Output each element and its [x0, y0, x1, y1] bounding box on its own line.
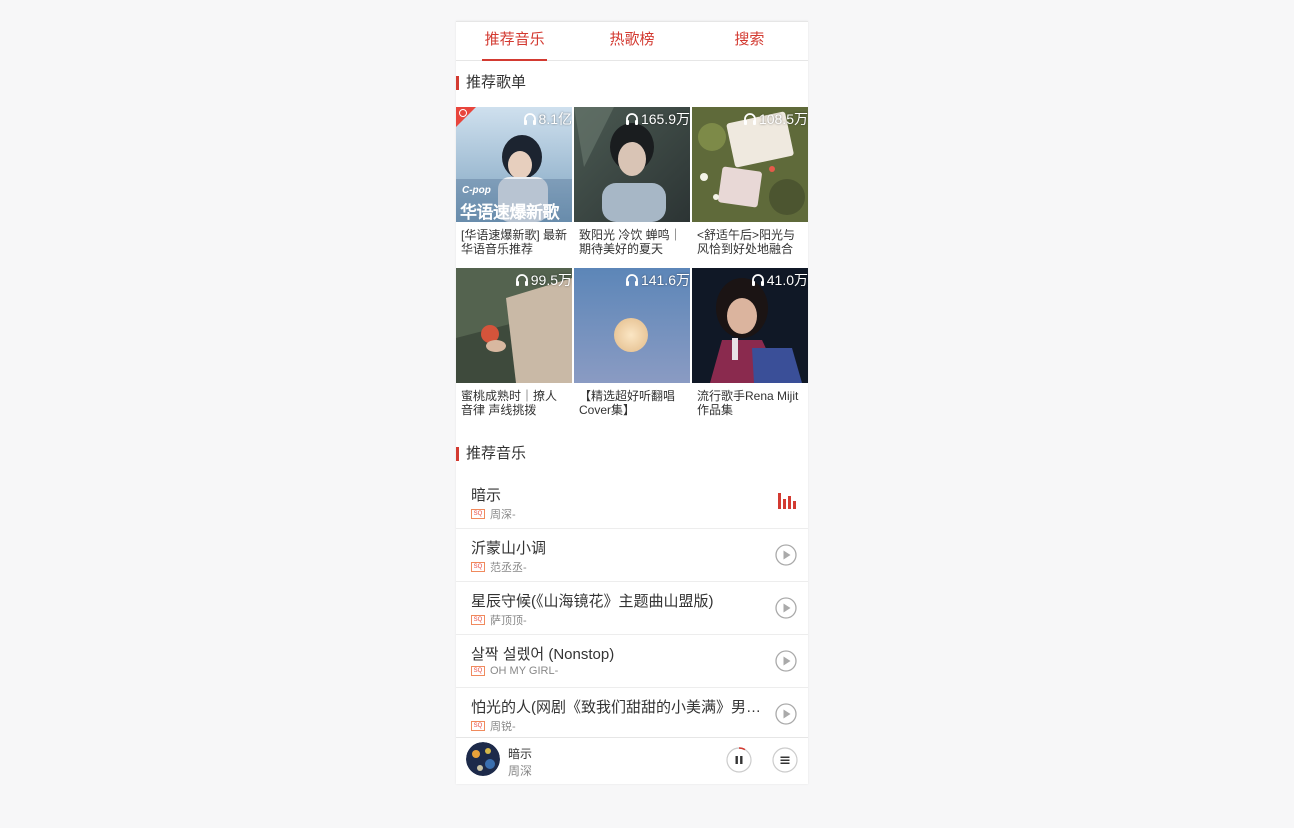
album-art-image [466, 742, 500, 776]
play-count: 41.0万 [751, 270, 808, 290]
sq-badge: SQ [471, 721, 485, 731]
playlist-cover: C-pop 华语速爆新歌 8.1亿 [456, 107, 572, 222]
song-title: 살짝 설렜어 (Nonstop) [471, 646, 615, 663]
section-title-playlists: 推荐歌单 [456, 75, 526, 91]
sq-badge: SQ [471, 562, 485, 572]
play-icon[interactable] [775, 597, 797, 619]
sq-badge: SQ [471, 666, 485, 676]
tab-search[interactable]: 搜索 [691, 22, 808, 60]
song-meta: SQ 周锐- [471, 718, 516, 734]
song-meta: SQ 周深- [471, 506, 516, 522]
playlist-name: 致阳光 冷饮 蝉鸣｜期待美好的夏天 [579, 228, 682, 256]
song-row[interactable]: 살짝 설렜어 (Nonstop) SQ OH MY GIRL- [456, 635, 808, 688]
play-count: 165.9万 [625, 109, 690, 129]
song-artist: OH MY GIRL- [490, 665, 559, 677]
tab-recommend[interactable]: 推荐音乐 [456, 22, 573, 61]
playlist-card[interactable]: 108.5万 <舒适午后>阳光与风恰到好处地融合 [692, 107, 808, 256]
headphones-icon [515, 274, 528, 286]
playlist-cover: 41.0万 [692, 268, 808, 383]
song-title: 怕光的人(网剧《致我们甜甜的小美满》男主角插曲) [471, 699, 761, 716]
play-icon[interactable] [775, 544, 797, 566]
album-art[interactable] [466, 742, 500, 776]
play-count: 8.1亿 [523, 109, 572, 129]
tab-bar: 推荐音乐 热歌榜 搜索 [456, 21, 808, 61]
playlist-cover: 108.5万 [692, 107, 808, 222]
mini-player[interactable]: 暗示 周深 [456, 737, 808, 784]
play-count: 99.5万 [515, 270, 572, 290]
app-frame: 推荐音乐 热歌榜 搜索 推荐歌单 C-pop 华语速爆新歌 8.1亿 [华语速爆… [456, 21, 808, 784]
playlist-cover: 165.9万 [574, 107, 690, 222]
play-count-value: 165.9万 [640, 111, 690, 127]
song-title: 星辰守候(《山海镜花》主题曲山盟版) [471, 593, 714, 610]
playlist-name: 【精选超好听翻唱Cover集】 [579, 389, 676, 417]
section-title-songs: 推荐音乐 [456, 446, 526, 462]
playlist-card[interactable]: 165.9万 致阳光 冷饮 蝉鸣｜期待美好的夏天 [574, 107, 690, 256]
play-icon[interactable] [775, 703, 797, 725]
song-meta: SQ 萨顶顶- [471, 612, 527, 628]
song-row[interactable]: 怕光的人(网剧《致我们甜甜的小美满》男主角插曲) SQ 周锐- [456, 688, 808, 740]
play-count: 141.6万 [625, 270, 690, 290]
play-count-value: 99.5万 [530, 272, 572, 288]
headphones-icon [625, 113, 638, 125]
playlist-card[interactable]: C-pop 华语速爆新歌 8.1亿 [华语速爆新歌] 最新华语音乐推荐 [456, 107, 572, 256]
song-title: 沂蒙山小调 [471, 540, 547, 557]
song-artist: 周深- [490, 509, 516, 521]
play-count: 108.5万 [743, 109, 808, 129]
headphones-icon [743, 113, 756, 125]
cover-badge-text: C-pop [462, 185, 491, 196]
playlist-cover: 141.6万 [574, 268, 690, 383]
now-playing-icon [778, 493, 796, 509]
play-count-value: 108.5万 [758, 111, 808, 127]
song-meta: SQ 范丞丞- [471, 559, 527, 575]
official-badge-icon [459, 109, 467, 117]
tab-hot-songs[interactable]: 热歌榜 [573, 22, 690, 60]
sq-badge: SQ [471, 509, 485, 519]
playlist-name: [华语速爆新歌] 最新华语音乐推荐 [461, 228, 568, 256]
song-artist: 萨顶顶- [490, 615, 527, 627]
headphones-icon [751, 274, 764, 286]
sq-badge: SQ [471, 615, 485, 625]
playlist-cover: 99.5万 [456, 268, 572, 383]
playlist-name: <舒适午后>阳光与风恰到好处地融合 [697, 228, 796, 256]
song-meta: SQ OH MY GIRL- [471, 665, 558, 677]
song-row[interactable]: 星辰守候(《山海镜花》主题曲山盟版) SQ 萨顶顶- [456, 582, 808, 635]
play-icon[interactable] [775, 650, 797, 672]
cover-title-text: 华语速爆新歌 [460, 203, 560, 222]
song-row[interactable]: 沂蒙山小调 SQ 范丞丞- [456, 529, 808, 582]
playlist-name: 蜜桃成熟时｜撩人音律 声线挑拨 [461, 389, 558, 417]
song-title: 暗示 [471, 487, 502, 504]
play-count-value: 8.1亿 [538, 111, 572, 127]
song-artist: 范丞丞- [490, 562, 527, 574]
playlist-card[interactable]: 99.5万 蜜桃成熟时｜撩人音律 声线挑拨 [456, 268, 572, 417]
headphones-icon [625, 274, 638, 286]
player-song-title: 暗示 [508, 747, 533, 761]
song-artist: 周锐- [490, 721, 516, 733]
pause-button[interactable] [726, 747, 752, 773]
player-artist: 周深 [508, 764, 533, 778]
playlist-name: 流行歌手Rena Mijit作品集 [697, 389, 799, 417]
song-row[interactable]: 暗示 SQ 周深- [456, 476, 808, 529]
playlist-card[interactable]: 141.6万 【精选超好听翻唱Cover集】 [574, 268, 690, 417]
play-count-value: 141.6万 [640, 272, 690, 288]
headphones-icon [523, 113, 536, 125]
playlist-queue-button[interactable] [772, 747, 798, 773]
playlist-card[interactable]: 41.0万 流行歌手Rena Mijit作品集 [692, 268, 808, 417]
play-count-value: 41.0万 [766, 272, 808, 288]
